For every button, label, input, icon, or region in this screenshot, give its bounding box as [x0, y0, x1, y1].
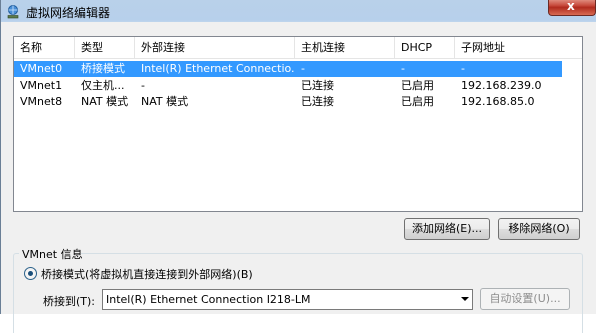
cell-external-connection: Intel(R) Ethernet Connectio... — [141, 62, 295, 75]
table-row-vmnet1[interactable]: VMnet1 仅主机... - 已连接 已启用 192.168.239.0 — [14, 78, 562, 94]
column-header-type[interactable]: 类型 — [75, 37, 135, 58]
cell-host-connection: 已连接 — [301, 79, 334, 92]
virtual-network-editor-window: 虚拟网络编辑器 x 名称 类型 外部连接 主机连接 DHCP 子网地址 VMne… — [0, 0, 596, 333]
network-list[interactable]: 名称 类型 外部连接 主机连接 DHCP 子网地址 VMnet0 桥接模式 In… — [13, 36, 583, 212]
cell-name: VMnet1 — [20, 79, 63, 92]
cell-name: VMnet0 — [20, 62, 63, 75]
cell-type: NAT 模式 — [81, 95, 129, 108]
column-header-dhcp[interactable]: DHCP — [395, 37, 455, 58]
cell-type: 仅主机... — [81, 79, 125, 92]
cell-host-connection: - — [301, 62, 305, 75]
cell-dhcp: 已启用 — [401, 79, 434, 92]
table-row-vmnet0[interactable]: VMnet0 桥接模式 Intel(R) Ethernet Connectio.… — [14, 61, 562, 77]
dialog-body: 名称 类型 外部连接 主机连接 DHCP 子网地址 VMnet0 桥接模式 In… — [1, 22, 596, 333]
title-bar: 虚拟网络编辑器 x — [1, 0, 596, 22]
cell-external-connection: NAT 模式 — [141, 95, 189, 108]
remove-network-button[interactable]: 移除网络(O) — [498, 218, 580, 240]
chevron-down-icon[interactable] — [461, 297, 469, 301]
bridge-to-select[interactable]: Intel(R) Ethernet Connection I218-LM — [102, 289, 473, 310]
cell-type: 桥接模式 — [81, 62, 125, 75]
column-header-external-connection[interactable]: 外部连接 — [135, 37, 295, 58]
cell-subnet-address: 192.168.239.0 — [461, 79, 542, 92]
table-row-vmnet8[interactable]: VMnet8 NAT 模式 NAT 模式 已连接 已启用 192.168.85.… — [14, 94, 562, 110]
cell-dhcp: - — [401, 62, 405, 75]
bridge-to-label: 桥接到(T): — [43, 295, 96, 308]
close-button[interactable]: x — [548, 0, 596, 16]
radio-selected-dot — [28, 271, 33, 276]
bridge-to-value: Intel(R) Ethernet Connection I218-LM — [106, 293, 311, 306]
column-header-subnet-address[interactable]: 子网地址 — [455, 37, 582, 58]
list-header: 名称 类型 外部连接 主机连接 DHCP 子网地址 — [14, 37, 582, 59]
close-icon: x — [567, 0, 575, 13]
auto-settings-button[interactable]: 自动设置(U)... — [480, 288, 570, 310]
cell-dhcp: 已启用 — [401, 95, 434, 108]
network-globe-icon — [7, 5, 19, 19]
add-network-button[interactable]: 添加网络(E)... — [404, 218, 490, 240]
vmnet-info-label: VMnet 信息 — [22, 248, 83, 261]
bridged-mode-radio[interactable] — [24, 267, 37, 280]
window-title: 虚拟网络编辑器 — [26, 6, 111, 20]
cell-name: VMnet8 — [20, 95, 63, 108]
column-header-name[interactable]: 名称 — [14, 37, 75, 58]
column-header-host-connection[interactable]: 主机连接 — [295, 37, 395, 58]
cell-host-connection: 已连接 — [301, 95, 334, 108]
cell-external-connection: - — [141, 79, 145, 92]
cell-subnet-address: 192.168.85.0 — [461, 95, 535, 108]
cell-subnet-address: - — [461, 62, 465, 75]
bridged-mode-label[interactable]: 桥接模式(将虚拟机直接连接到外部网络)(B) — [41, 266, 253, 282]
